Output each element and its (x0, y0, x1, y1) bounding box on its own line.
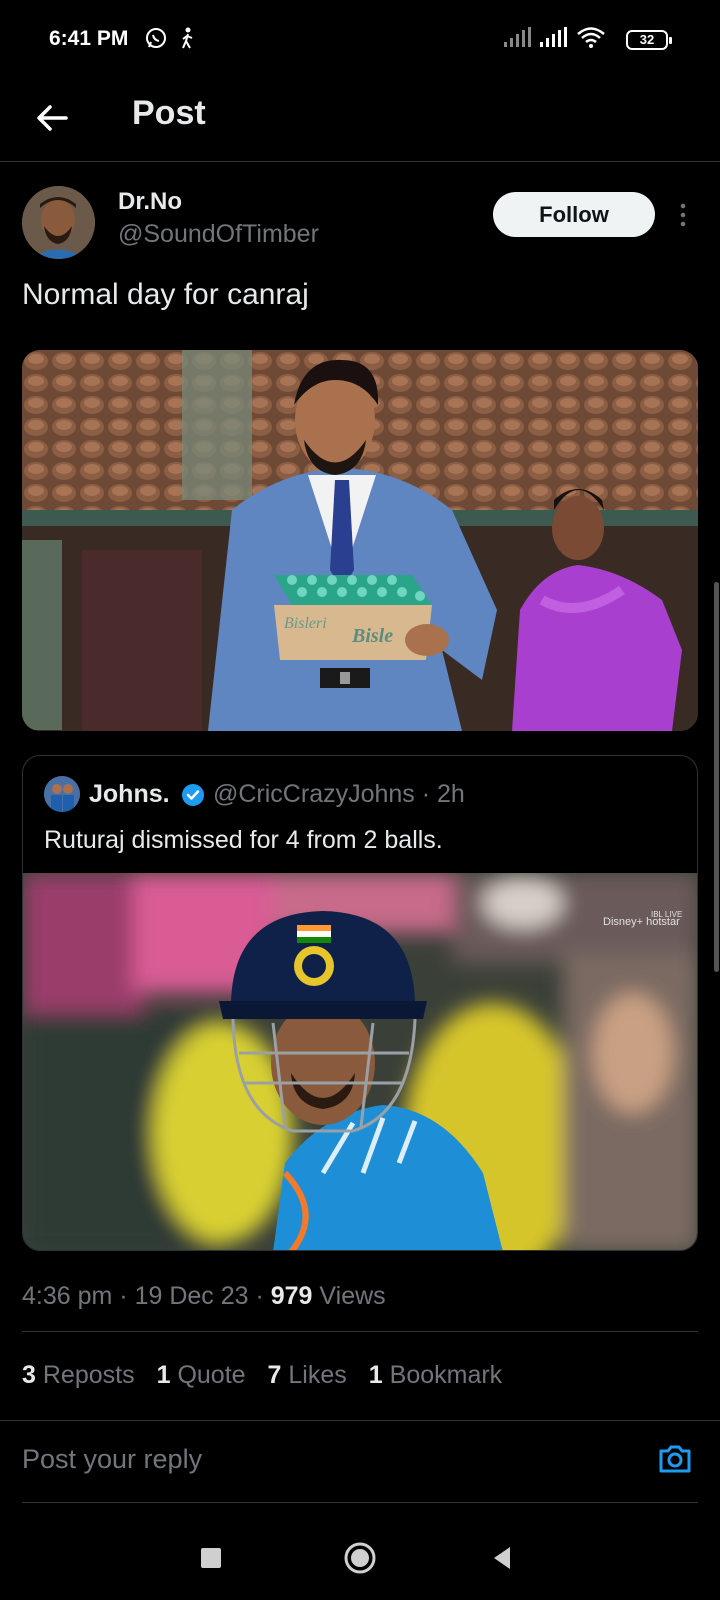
page-title: Post (132, 94, 206, 132)
scrollbar[interactable] (714, 582, 719, 972)
author-name[interactable]: Dr.No (118, 188, 182, 216)
likes-stat[interactable]: 7 Likes (268, 1361, 347, 1390)
recent-apps-button[interactable] (186, 1540, 236, 1590)
whatsapp-icon (144, 26, 168, 55)
engagement-stats: 3 Reposts 1 Quote 7 Likes 1 Bookmark (22, 1361, 502, 1390)
bookmarks-stat[interactable]: 1 Bookmark (369, 1361, 502, 1390)
status-bar: 6:41 PM 32 (0, 0, 720, 80)
divider (22, 1502, 698, 1503)
quote-author-name: Johns. (89, 780, 170, 808)
back-button[interactable] (30, 96, 74, 140)
battery-icon: 32 (626, 30, 672, 50)
vertical-dots-icon (680, 203, 686, 227)
svg-text:Bisle: Bisle (351, 625, 393, 647)
box-label: Bisleri (284, 615, 327, 632)
home-button[interactable] (335, 1540, 385, 1590)
quote-text: Ruturaj dismissed for 4 from 2 balls. (44, 826, 443, 854)
follow-button[interactable]: Follow (493, 192, 655, 237)
broadcast-tag: IBL LIVE (651, 910, 682, 919)
post-image[interactable]: Bisleri Bisle (22, 350, 698, 731)
signal-icon (502, 26, 532, 53)
post-text: Normal day for canraj (22, 278, 309, 311)
status-time: 6:41 PM (49, 27, 129, 50)
post-time: 4:36 pm (22, 1282, 113, 1310)
reply-bar (0, 1420, 720, 1502)
system-nav-bar (0, 1540, 720, 1600)
recent-apps-icon (201, 1548, 221, 1568)
quote-avatar[interactable] (44, 776, 80, 812)
signal-icon (538, 26, 568, 53)
divider (22, 1331, 698, 1332)
quotes-stat[interactable]: 1 Quote (157, 1361, 246, 1390)
reposts-stat[interactable]: 3 Reposts (22, 1361, 135, 1390)
verified-badge-icon (180, 782, 206, 808)
back-nav-button[interactable] (480, 1540, 530, 1590)
post-date: 19 Dec 23 (134, 1282, 249, 1310)
camera-button[interactable] (655, 1439, 695, 1479)
quote-handle: @CricCrazyJohns · 2h (213, 780, 465, 808)
wifi-icon (576, 26, 606, 55)
top-header: Post (0, 80, 720, 162)
avatar[interactable] (22, 186, 95, 259)
views-label: Views (319, 1282, 386, 1310)
home-icon (344, 1542, 376, 1574)
back-icon (494, 1547, 510, 1569)
arrow-left-icon (37, 105, 68, 131)
walking-icon (178, 26, 198, 55)
views-count: 979 (270, 1282, 313, 1310)
more-options-button[interactable] (668, 200, 698, 230)
quoted-post[interactable]: Johns. @CricCrazyJohns · 2h Ruturaj dism… (22, 755, 698, 1251)
quote-image[interactable]: Disney+ hotstar IBL LIVE (23, 873, 697, 1250)
reply-input[interactable] (22, 1437, 622, 1481)
post-metadata: 4:36 pm · 19 Dec 23 · 979 Views (22, 1282, 386, 1310)
author-handle[interactable]: @SoundOfTimber (118, 220, 319, 249)
camera-icon (659, 1445, 691, 1473)
